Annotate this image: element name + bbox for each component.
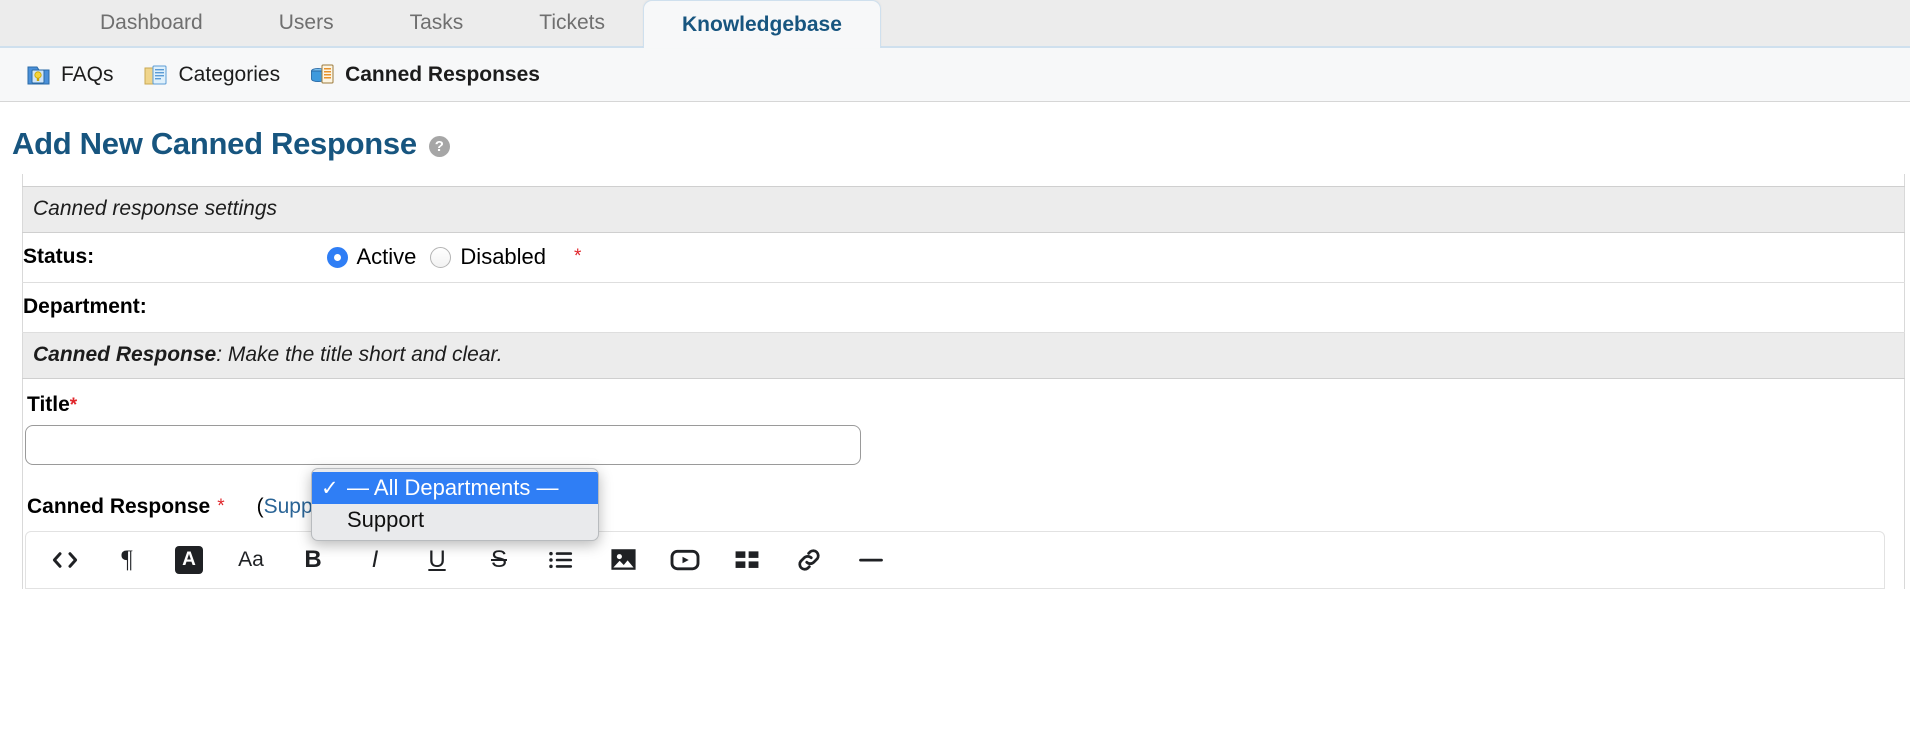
title-field-cell: Title* Canned Response * (Supported Vari…	[23, 378, 1905, 589]
dropdown-option-all-departments-label: — All Departments —	[347, 475, 559, 500]
status-label: Status:	[22, 232, 323, 283]
rich-text-editor: ¶ A Aa B I U S	[25, 530, 1885, 589]
status-radio-group: Active Disabled *	[323, 244, 1905, 270]
bullet-list-icon[interactable]	[530, 538, 592, 582]
underline-icon-glyph: U	[428, 545, 446, 573]
insert-image-icon[interactable]	[592, 538, 654, 582]
section-header-settings-label: Canned response settings	[22, 185, 1905, 233]
dropdown-check-icon: ✓	[321, 476, 339, 500]
strikethrough-icon[interactable]: S	[468, 538, 530, 582]
help-icon[interactable]: ?	[428, 136, 450, 157]
main-tab-bar: Dashboard Users Tasks Tickets Knowledgeb…	[0, 0, 1910, 48]
radio-option-active[interactable]: Active	[326, 244, 417, 270]
section-header-settings: Canned response settings	[22, 185, 1905, 233]
categories-folder-icon	[144, 62, 170, 88]
italic-icon[interactable]: I	[344, 538, 406, 582]
subnav-label-categories: Categories	[178, 62, 281, 86]
title-label: Title	[27, 392, 70, 416]
paragraph-icon[interactable]: ¶	[96, 538, 158, 582]
section-header-response-bold: Canned Response	[33, 343, 217, 366]
editor-toolbar: ¶ A Aa B I U S	[26, 532, 1884, 588]
dropdown-option-support-label: Support	[347, 507, 425, 532]
horizontal-rule-icon[interactable]	[840, 538, 902, 582]
tab-users[interactable]: Users	[241, 0, 372, 46]
body-required-mark: *	[217, 495, 225, 517]
paren-open: (	[256, 494, 264, 518]
font-size-icon[interactable]: Aa	[220, 538, 282, 582]
page-title: Add New Canned Response	[12, 126, 417, 161]
tab-dashboard[interactable]: Dashboard	[62, 0, 241, 46]
tab-tickets[interactable]: Tickets	[501, 0, 643, 46]
radio-active-label: Active	[356, 244, 417, 269]
subnav-item-categories[interactable]: Categories	[144, 62, 281, 88]
title-input[interactable]	[25, 424, 861, 465]
radio-disabled-indicator[interactable]	[430, 246, 452, 268]
radio-disabled-label: Disabled	[460, 244, 547, 269]
row-title-field: Title* Canned Response * (Supported Vari…	[23, 378, 1905, 589]
bold-icon[interactable]: B	[282, 538, 344, 582]
underline-icon[interactable]: U	[406, 538, 468, 582]
subnav-item-faqs[interactable]: FAQs	[26, 62, 114, 88]
section-header-response-text: Canned Response: Make the title short an…	[22, 331, 1905, 379]
knowledgebase-subnav: FAQs Categories Canned Responses	[0, 48, 1910, 102]
source-code-icon[interactable]	[34, 538, 96, 582]
section-header-response-rest: : Make the title short and clear.	[216, 343, 503, 366]
insert-table-icon[interactable]	[716, 538, 778, 582]
title-required-mark: *	[69, 394, 78, 416]
radio-active-indicator[interactable]	[326, 246, 348, 268]
section-header-response: Canned Response: Make the title short an…	[22, 331, 1905, 379]
insert-link-icon[interactable]	[778, 538, 840, 582]
row-status: Status: Active Disabled *	[22, 232, 1905, 283]
text-color-icon-swatch: A	[175, 545, 203, 574]
status-field: Active Disabled *	[322, 232, 1905, 283]
bold-icon-glyph: B	[304, 545, 322, 573]
insert-video-icon[interactable]	[654, 538, 716, 582]
canned-response-form: Canned response settings Status: Active …	[0, 174, 1910, 589]
department-field[interactable]	[322, 282, 1905, 333]
text-color-icon[interactable]: A	[158, 538, 220, 582]
status-required-mark: *	[574, 246, 582, 267]
title-label-wrap: Title*	[25, 379, 1904, 425]
department-dropdown-popup[interactable]: ✓ — All Departments — Support	[311, 468, 599, 541]
tab-knowledgebase[interactable]: Knowledgebase	[643, 0, 881, 48]
row-department: Department:	[22, 282, 1905, 333]
tab-tasks[interactable]: Tasks	[372, 0, 502, 46]
subnav-item-canned-responses[interactable]: Canned Responses	[310, 62, 540, 88]
department-label: Department:	[22, 282, 323, 333]
subnav-label-faqs: FAQs	[61, 62, 114, 86]
body-label-row: Canned Response * (Supported Variables)	[25, 465, 1904, 529]
faq-folder-icon	[26, 62, 52, 88]
page-header: Add New Canned Response ?	[0, 102, 1910, 174]
table-top-spacer	[23, 174, 1905, 186]
dropdown-option-support[interactable]: Support	[312, 504, 598, 536]
dropdown-option-all-departments[interactable]: ✓ — All Departments —	[312, 472, 598, 504]
font-size-icon-glyph: Aa	[238, 547, 264, 571]
radio-option-disabled[interactable]: Disabled	[430, 244, 546, 270]
italic-icon-glyph: I	[371, 545, 379, 573]
canned-responses-icon	[310, 62, 336, 88]
body-label: Canned Response	[27, 494, 211, 518]
form-table: Canned response settings Status: Active …	[22, 174, 1905, 589]
paragraph-icon-glyph: ¶	[121, 545, 133, 573]
subnav-label-canned-responses: Canned Responses	[345, 62, 540, 86]
strikethrough-icon-glyph: S	[490, 545, 507, 573]
